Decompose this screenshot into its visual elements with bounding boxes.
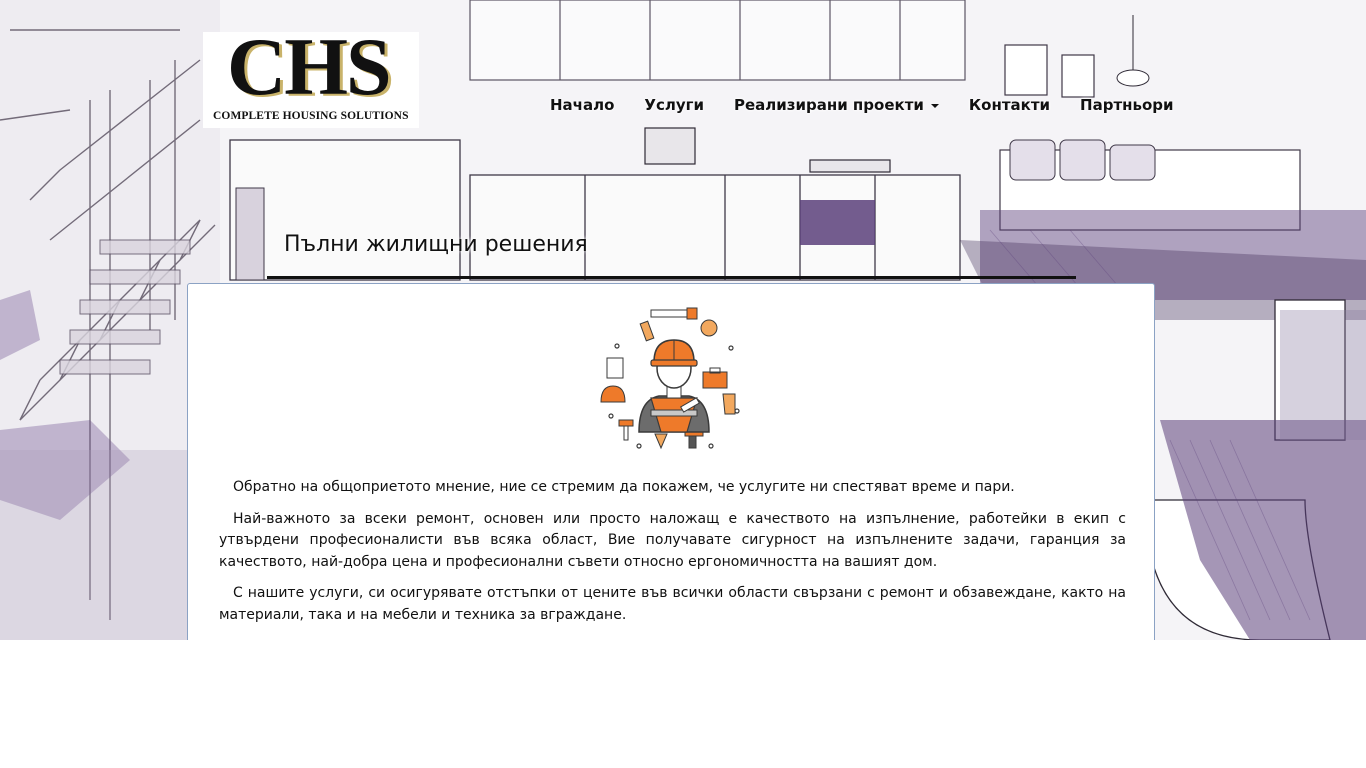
construction-worker-with-tools-icon — [600, 307, 740, 450]
nav-item-projects-dropdown[interactable]: Реализирани проекти — [734, 96, 939, 114]
logo-tagline: COMPLETE HOUSING SOLUTIONS — [213, 110, 409, 122]
site-logo[interactable]: CHS COMPLETE HOUSING SOLUTIONS — [203, 26, 419, 128]
nav-item-label: Услуги — [644, 96, 704, 114]
nav-item-home[interactable]: Начало — [550, 96, 614, 114]
nav-item-contacts[interactable]: Контакти — [969, 96, 1050, 114]
nav-item-partners[interactable]: Партньори — [1080, 96, 1174, 114]
page-title: Пълни жилищни решения — [284, 232, 588, 257]
logo-wordmark: CHS — [227, 21, 392, 112]
nav-item-label: Контакти — [968, 96, 1051, 114]
intro-paragraph-1: Обратно на общоприетото мнение, ние се с… — [233, 479, 1015, 495]
title-divider — [267, 276, 1076, 279]
nav-item-label: Партньори — [1080, 96, 1174, 114]
nav-item-label: Реализирани проекти — [733, 96, 924, 114]
nav-item-services[interactable]: Услуги — [644, 96, 704, 114]
intro-text: Обратно на общоприетото мнение, ние се с… — [219, 477, 1126, 636]
caret-down-icon — [930, 103, 939, 108]
main-navigation: Начало Услуги Реализирани проекти Контак… — [550, 94, 1174, 116]
nav-item-label: Начало — [550, 96, 615, 114]
intro-paragraph-3: С нашите услуги, си осигурявате отстъпки… — [219, 585, 1126, 623]
intro-paragraph-2: Най-важното за всеки ремонт, основен или… — [219, 510, 1126, 570]
content-card: Обратно на общоприетото мнение, ние се с… — [187, 283, 1155, 640]
